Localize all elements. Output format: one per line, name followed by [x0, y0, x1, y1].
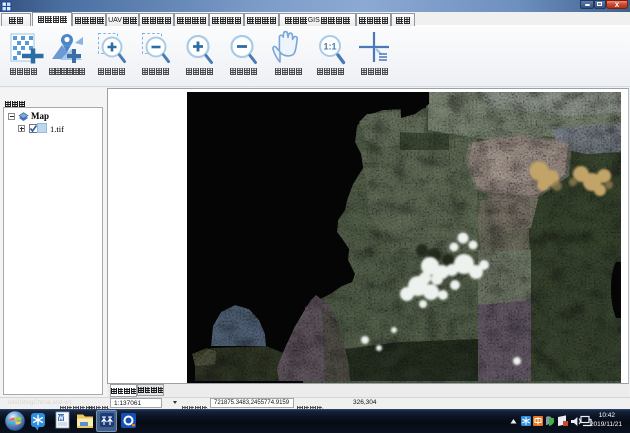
- svg-text:1:1: 1:1: [323, 42, 336, 52]
